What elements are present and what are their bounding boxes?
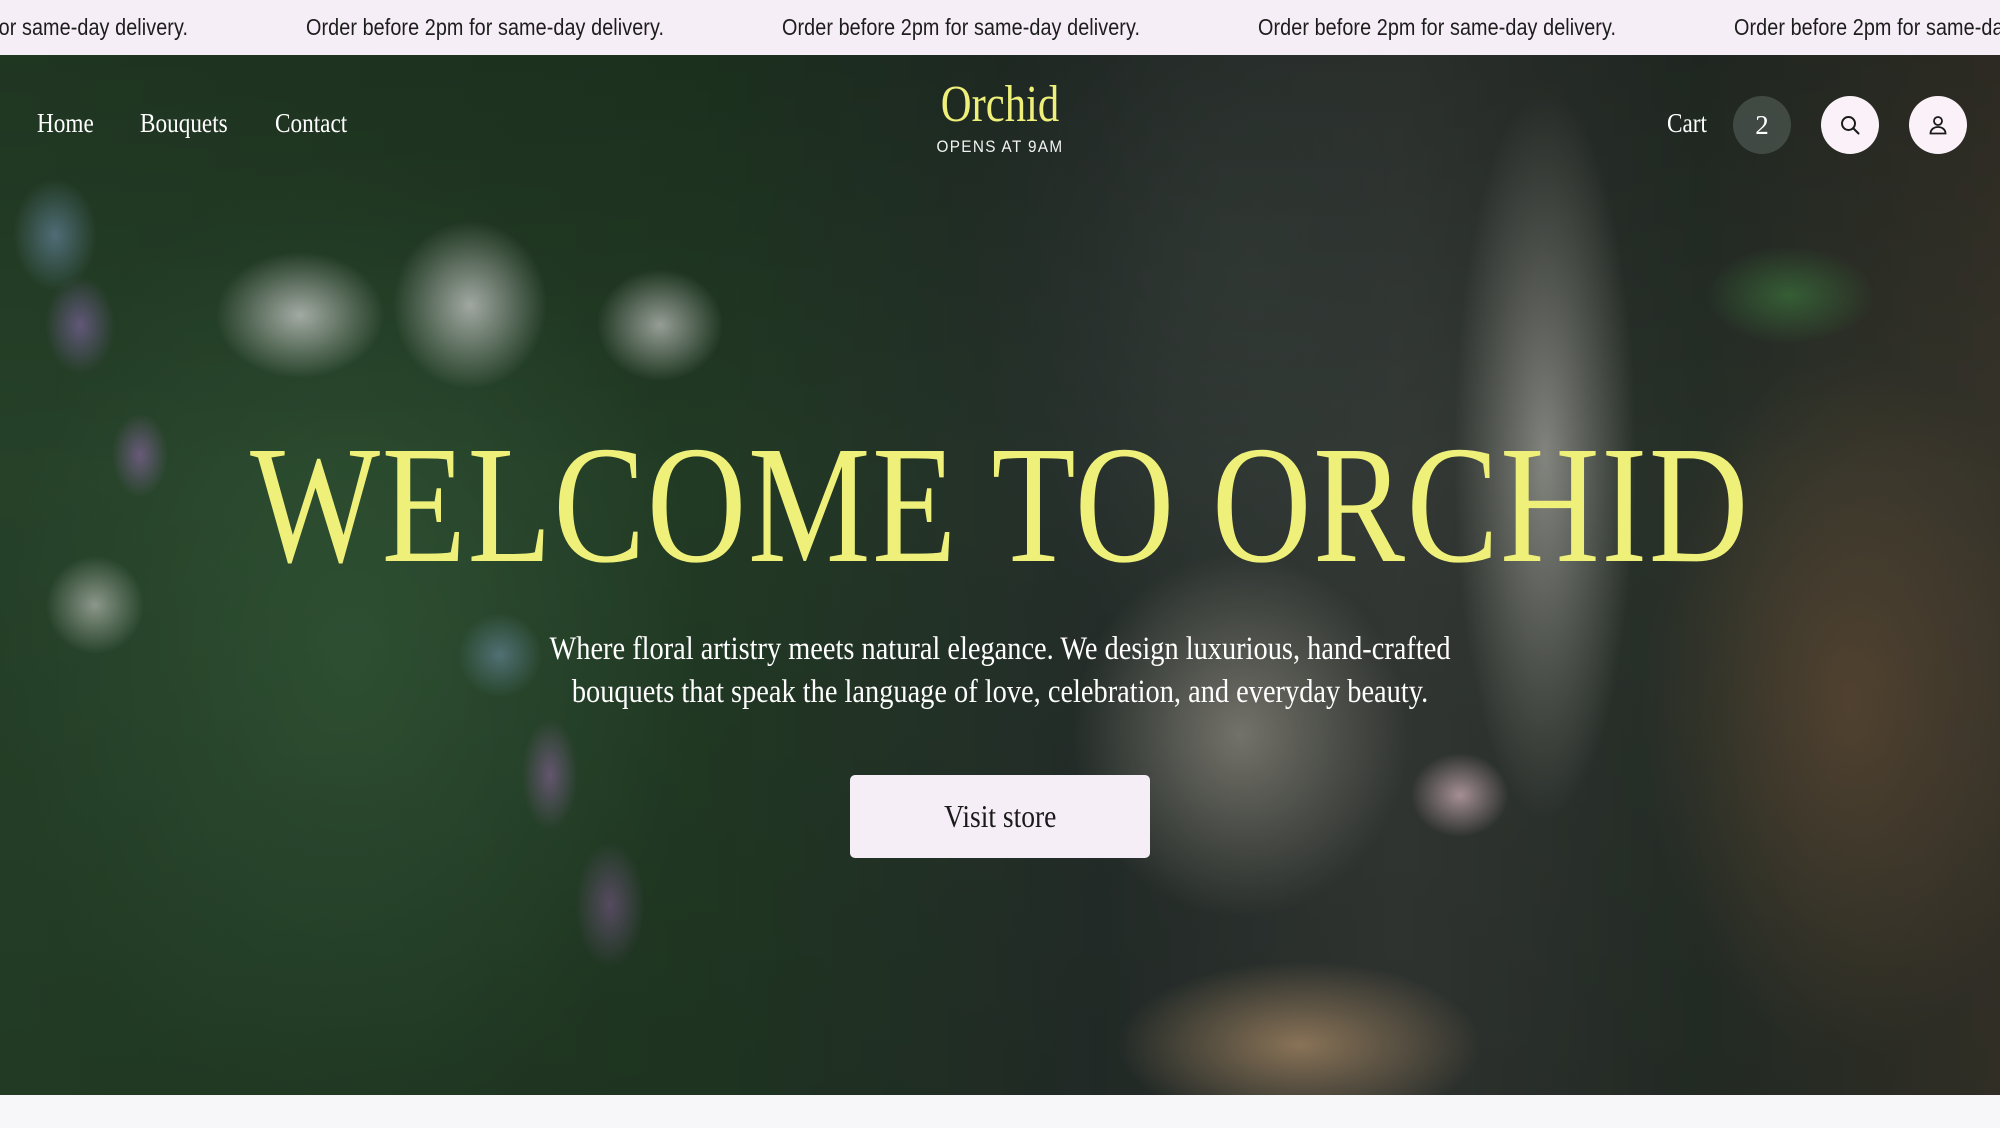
hero-title: WELCOME TO ORCHID: [250, 412, 1750, 598]
announcement-bar: Order before 2pm for same-day delivery. …: [0, 0, 2000, 55]
announcement-text: Order before 2pm for same-day delivery.: [0, 14, 189, 40]
user-icon: [1929, 116, 1947, 135]
site-header: Home Bouquets Contact Orchid OPENS AT 9A…: [0, 55, 2000, 195]
nav-link-contact[interactable]: Contact: [275, 108, 347, 139]
search-icon: [1841, 116, 1860, 135]
opening-hours: OPENS AT 9AM: [936, 137, 1064, 156]
cart-link[interactable]: Cart: [1667, 108, 1707, 139]
account-button[interactable]: [1909, 96, 1967, 154]
announcement-track: Order before 2pm for same-day delivery. …: [0, 0, 2000, 55]
search-button[interactable]: [1821, 96, 1879, 154]
announcement-text: Order before 2pm for same-day delivery.: [1734, 14, 2000, 40]
brand-title: Orchid: [940, 76, 1060, 133]
hero-description: Where floral artistry meets natural eleg…: [549, 631, 1451, 710]
cart-count-badge[interactable]: 2: [1733, 96, 1791, 154]
nav-link-home[interactable]: Home: [37, 108, 94, 139]
page-bottom-strip: [0, 1095, 2000, 1128]
brand-logo[interactable]: Orchid OPENS AT 9AM: [880, 77, 1120, 157]
announcement-text: Order before 2pm for same-day delivery.: [782, 14, 1141, 40]
announcement-text: Order before 2pm for same-day delivery.: [1258, 14, 1617, 40]
visit-store-button[interactable]: Visit store: [850, 775, 1150, 858]
nav-link-bouquets[interactable]: Bouquets: [140, 108, 228, 139]
announcement-text: Order before 2pm for same-day delivery.: [306, 14, 665, 40]
visit-store-label: Visit store: [943, 798, 1057, 834]
